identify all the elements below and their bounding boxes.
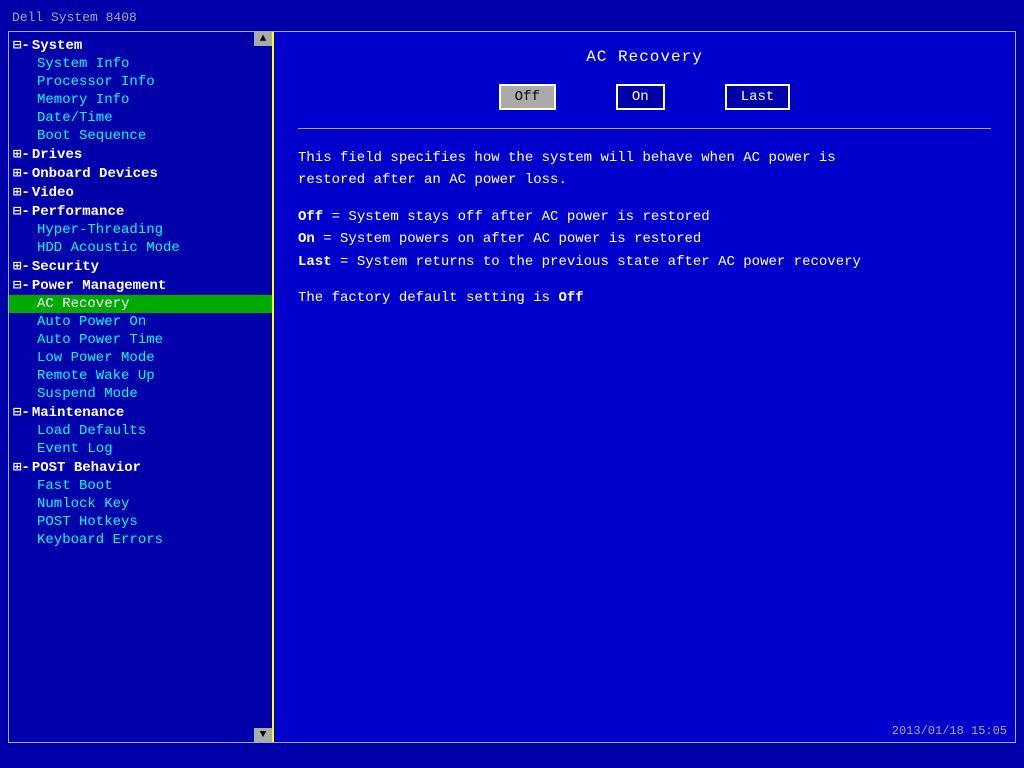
sidebar-item-post-behavior[interactable]: ⊞-POST Behavior (9, 458, 272, 477)
sidebar-prefix-drives: ⊞- (13, 146, 30, 163)
off-label: Off (298, 209, 323, 225)
factory-default-value: Off (558, 290, 583, 306)
sidebar-prefix-post-behavior: ⊞- (13, 459, 30, 476)
sidebar-label-power-management: Power Management (32, 278, 166, 294)
content-panel: AC Recovery Off On Last This field speci… (274, 32, 1015, 742)
sidebar-label-memory-info: Memory Info (37, 92, 129, 108)
sidebar-prefix-system: ⊟- (13, 37, 30, 54)
sidebar-item-system-info[interactable]: System Info (9, 55, 272, 73)
sidebar-item-memory-info[interactable]: Memory Info (9, 91, 272, 109)
option-on-button[interactable]: On (616, 84, 665, 110)
sidebar-label-post-hotkeys: POST Hotkeys (37, 514, 138, 530)
sidebar-item-hyper-threading[interactable]: Hyper-Threading (9, 221, 272, 239)
sidebar-prefix-maintenance: ⊟- (13, 404, 30, 421)
sidebar-item-security[interactable]: ⊞-Security (9, 257, 272, 276)
sidebar-label-onboard-devices: Onboard Devices (32, 166, 158, 182)
sidebar-item-power-management[interactable]: ⊟-Power Management (9, 276, 272, 295)
sidebar-label-maintenance: Maintenance (32, 405, 124, 421)
sidebar-item-hdd-acoustic-mode[interactable]: HDD Acoustic Mode (9, 239, 272, 257)
sidebar-item-event-log[interactable]: Event Log (9, 440, 272, 458)
sidebar-item-ac-recovery[interactable]: AC Recovery (9, 295, 272, 313)
sidebar-label-performance: Performance (32, 204, 124, 220)
factory-default: The factory default setting is Off (298, 287, 991, 309)
main-container: ▲ ⊟-SystemSystem InfoProcessor InfoMemor… (8, 31, 1016, 743)
option-off-button[interactable]: Off (499, 84, 556, 110)
sidebar-label-processor-info: Processor Info (37, 74, 155, 90)
sidebar-label-video: Video (32, 185, 74, 201)
description-intro: This field specifies how the system will… (298, 147, 991, 192)
sidebar-label-date-time: Date/Time (37, 110, 113, 126)
sidebar-label-boot-sequence: Boot Sequence (37, 128, 146, 144)
sidebar-item-performance[interactable]: ⊟-Performance (9, 202, 272, 221)
sidebar-item-processor-info[interactable]: Processor Info (9, 73, 272, 91)
sidebar-label-load-defaults: Load Defaults (37, 423, 146, 439)
bios-screen: Dell System 8408 ▲ ⊟-SystemSystem InfoPr… (0, 0, 1024, 768)
sidebar-label-hyper-threading: Hyper-Threading (37, 222, 163, 238)
description-panel: This field specifies how the system will… (298, 147, 991, 309)
sidebar-prefix-video: ⊞- (13, 184, 30, 201)
sidebar-label-low-power-mode: Low Power Mode (37, 350, 155, 366)
sidebar-label-auto-power-on: Auto Power On (37, 314, 146, 330)
scroll-down-button[interactable]: ▼ (254, 728, 272, 742)
options-row: Off On Last (298, 84, 991, 110)
sidebar-item-boot-sequence[interactable]: Boot Sequence (9, 127, 272, 145)
sidebar-label-ac-recovery: AC Recovery (37, 296, 129, 312)
sidebar-label-auto-power-time: Auto Power Time (37, 332, 163, 348)
sidebar-item-auto-power-on[interactable]: Auto Power On (9, 313, 272, 331)
scroll-up-button[interactable]: ▲ (254, 32, 272, 46)
sidebar-item-low-power-mode[interactable]: Low Power Mode (9, 349, 272, 367)
sidebar-item-onboard-devices[interactable]: ⊞-Onboard Devices (9, 164, 272, 183)
divider (298, 128, 991, 129)
title-bar: Dell System 8408 (8, 8, 1016, 27)
sidebar-label-event-log: Event Log (37, 441, 113, 457)
sidebar-label-system-info: System Info (37, 56, 129, 72)
sidebar-label-numlock-key: Numlock Key (37, 496, 129, 512)
sidebar-item-video[interactable]: ⊞-Video (9, 183, 272, 202)
sidebar-item-drives[interactable]: ⊞-Drives (9, 145, 272, 164)
sidebar-label-remote-wake-up: Remote Wake Up (37, 368, 155, 384)
sidebar-item-auto-power-time[interactable]: Auto Power Time (9, 331, 272, 349)
sidebar-item-keyboard-errors[interactable]: Keyboard Errors (9, 531, 272, 549)
sidebar-label-keyboard-errors: Keyboard Errors (37, 532, 163, 548)
sidebar-prefix-security: ⊞- (13, 258, 30, 275)
sidebar-item-post-hotkeys[interactable]: POST Hotkeys (9, 513, 272, 531)
content-title: AC Recovery (298, 48, 991, 66)
sidebar-prefix-onboard-devices: ⊞- (13, 165, 30, 182)
sidebar-label-hdd-acoustic-mode: HDD Acoustic Mode (37, 240, 180, 256)
sidebar: ▲ ⊟-SystemSystem InfoProcessor InfoMemor… (9, 32, 274, 742)
sidebar-item-maintenance[interactable]: ⊟-Maintenance (9, 403, 272, 422)
sidebar-prefix-power-management: ⊟- (13, 277, 30, 294)
sidebar-items-container: ⊟-SystemSystem InfoProcessor InfoMemory … (9, 36, 272, 549)
sidebar-label-drives: Drives (32, 147, 82, 163)
status-bar: 2013/01/18 15:05 (892, 724, 1007, 738)
sidebar-item-remote-wake-up[interactable]: Remote Wake Up (9, 367, 272, 385)
sidebar-item-load-defaults[interactable]: Load Defaults (9, 422, 272, 440)
sidebar-item-suspend-mode[interactable]: Suspend Mode (9, 385, 272, 403)
sidebar-label-suspend-mode: Suspend Mode (37, 386, 138, 402)
sidebar-item-system[interactable]: ⊟-System (9, 36, 272, 55)
sidebar-label-system: System (32, 38, 82, 54)
sidebar-prefix-performance: ⊟- (13, 203, 30, 220)
sidebar-item-fast-boot[interactable]: Fast Boot (9, 477, 272, 495)
sidebar-item-numlock-key[interactable]: Numlock Key (9, 495, 272, 513)
option-descriptions: Off = System stays off after AC power is… (298, 206, 991, 273)
on-label: On (298, 231, 315, 247)
sidebar-item-date-time[interactable]: Date/Time (9, 109, 272, 127)
sidebar-label-fast-boot: Fast Boot (37, 478, 113, 494)
last-label: Last (298, 254, 332, 270)
option-last-button[interactable]: Last (725, 84, 791, 110)
window-title: Dell System 8408 (12, 10, 137, 25)
sidebar-label-post-behavior: POST Behavior (32, 460, 141, 476)
sidebar-label-security: Security (32, 259, 99, 275)
